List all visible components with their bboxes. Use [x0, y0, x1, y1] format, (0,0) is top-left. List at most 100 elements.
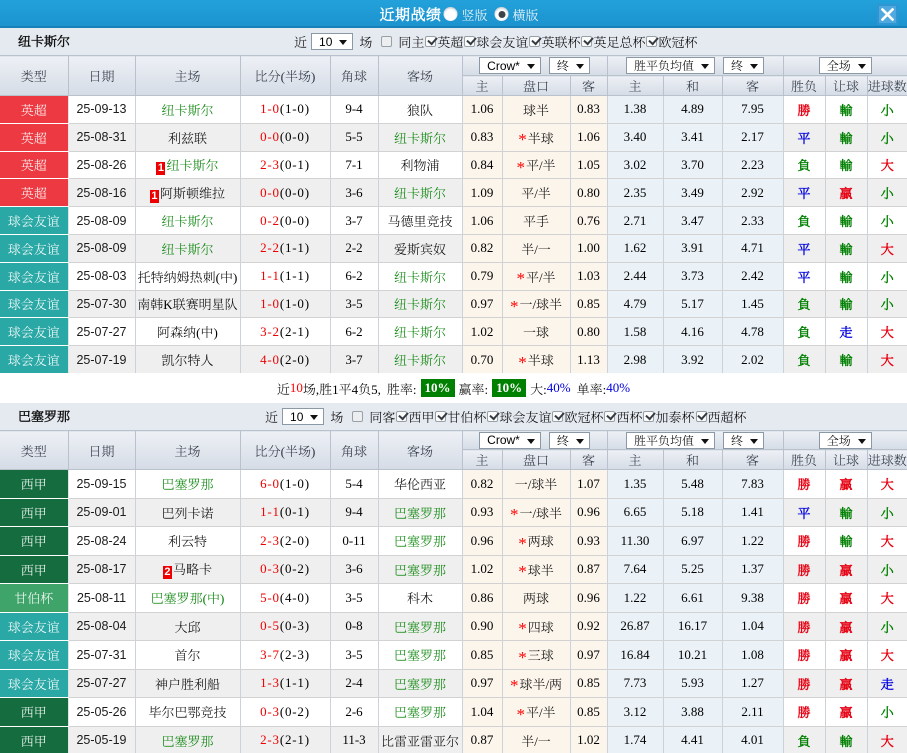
league-checkbox[interactable] [487, 411, 499, 422]
avg-home-odds: 2.44 [607, 262, 664, 291]
league-checkbox[interactable] [425, 36, 437, 47]
scope-select[interactable]: 全场 [818, 431, 872, 449]
league-checkbox[interactable] [581, 36, 593, 47]
avg-away-odds: 4.78 [722, 317, 784, 347]
league-filter-西超杯[interactable]: 西超杯 [695, 407, 747, 426]
league-filter-球会友谊[interactable]: 球会友谊 [463, 32, 528, 51]
away-team: 马德里竞技 [378, 206, 463, 235]
match-date: 25-08-31 [68, 123, 136, 152]
avg-type-select[interactable]: 胜平负均值 [626, 431, 716, 449]
league-filter-欧冠杯[interactable]: 欧冠杯 [645, 32, 697, 51]
avg-home-odds: 2.35 [607, 178, 664, 208]
odds-state-select[interactable]: 终 [548, 57, 590, 74]
halftime-score: (2-3) [279, 646, 310, 662]
league-checkbox[interactable] [529, 36, 541, 47]
fulltime-score: 0-5 [260, 618, 280, 634]
score: 2-3(0-1) [240, 151, 331, 180]
match-row: 球会友谊 25-08-09 纽卡斯尔 0-2(0-0) 3-7 马德里竞技 1.06 平手 0.… [0, 206, 907, 235]
result-handicap: 贏 [825, 640, 868, 670]
result-goals: 大 [867, 726, 907, 753]
subheader-odds_sub-1: 盘口 [501, 449, 571, 470]
league-filter-英足总杯[interactable]: 英足总杯 [580, 32, 645, 51]
corners: 6-2 [330, 317, 379, 347]
handicap-line: *平/半 [502, 262, 571, 291]
league-filter-加泰杯[interactable]: 加泰杯 [642, 407, 695, 426]
league-filter-西甲[interactable]: 西甲 [395, 407, 434, 426]
avg-state-select[interactable]: 终 [723, 57, 765, 74]
league-checkbox[interactable] [552, 411, 564, 422]
match-count-select[interactable]: 10 [311, 33, 354, 50]
dropdown-caret-icon [750, 438, 759, 444]
close-button[interactable] [877, 4, 898, 25]
corners: 9-4 [330, 498, 379, 527]
result-goals-value: 小 [880, 297, 894, 313]
vertical-radio-icon[interactable] [443, 7, 458, 21]
subheader-result_sub-2: 进球数 [866, 75, 907, 96]
fulltime-score: 1-1 [260, 268, 280, 284]
team1-filter-controls: 近 10 场 同主 英超 球会友谊 英联杯 英足总杯 欧冠杯 [294, 28, 697, 55]
corners: 5-4 [330, 469, 379, 499]
league-checkbox[interactable] [435, 411, 447, 422]
result-goals: 大 [867, 234, 907, 263]
avg-away-odds: 1.45 [722, 290, 784, 319]
away-team: 巴塞罗那 [378, 526, 463, 556]
close-icon [881, 8, 894, 21]
layout-option-horizontal[interactable]: 横版 [494, 5, 539, 24]
scope-select[interactable]: 全场 [818, 57, 872, 74]
result-handicap-value: 贏 [839, 676, 853, 692]
same-venue-checkbox[interactable] [352, 411, 364, 422]
league-checkbox[interactable] [396, 411, 408, 422]
result-handicap-value: 贏 [839, 562, 853, 578]
same-venue-checkbox[interactable] [381, 36, 393, 47]
column-header-1: 类型 [0, 430, 69, 470]
odds-state-select[interactable]: 终 [548, 431, 590, 449]
league-checkbox[interactable] [646, 36, 658, 47]
league-filter-西杯[interactable]: 西杯 [603, 407, 642, 426]
fulltime-score: 0-0 [260, 129, 280, 145]
corners: 2-6 [330, 697, 379, 727]
league-filter-欧冠杯[interactable]: 欧冠杯 [551, 407, 603, 426]
avg-draw-odds: 5.93 [663, 669, 723, 698]
handicap-text: 半球 [527, 353, 554, 369]
fulltime-score: 2-2 [260, 240, 280, 256]
league-filter-英超[interactable]: 英超 [424, 32, 463, 51]
same-venue-label: 同主 [398, 35, 425, 50]
avg-type-select[interactable]: 胜平负均值 [626, 57, 716, 74]
home-team-name: 巴列卡诺 [161, 505, 214, 521]
corners: 11-3 [330, 726, 379, 753]
layout-option-vertical[interactable]: 竖版 [443, 5, 488, 24]
odds-source-select[interactable]: Crow* [479, 431, 541, 449]
home-team: 纽卡斯尔 [135, 234, 241, 263]
score: 0-0(0-0) [240, 178, 331, 208]
home-team-name: 马略卡 [172, 562, 212, 578]
league-badge: 西甲 [0, 469, 69, 499]
league-filter-甘伯杯[interactable]: 甘伯杯 [434, 407, 486, 426]
horizontal-radio-icon[interactable] [494, 7, 509, 21]
result-goals: 小 [867, 178, 907, 208]
league-checkbox[interactable] [604, 411, 616, 422]
home-team: 首尔 [135, 640, 241, 670]
avg-state-select[interactable]: 终 [723, 431, 765, 449]
league-filter-英联杯[interactable]: 英联杯 [528, 32, 580, 51]
league-checkbox[interactable] [464, 36, 476, 47]
match-date: 25-09-13 [68, 95, 136, 124]
result-outcome-value: 負 [797, 353, 811, 369]
league-checkbox[interactable] [695, 411, 707, 422]
subheader-result_sub-0: 胜负 [782, 449, 826, 470]
handicap-text: 平/半 [525, 705, 556, 721]
avg-home-odds: 3.40 [607, 123, 664, 152]
away-team: 狼队 [378, 95, 463, 124]
team1-table: 类型 日期 主场 比分(半场) 角球 客场 Crow* 终胜平负均值终全场主盘口客主和客胜负让… [0, 55, 907, 374]
odds-source-select[interactable]: Crow* [479, 57, 541, 74]
home-team-name: 大邱 [174, 619, 201, 635]
result-outcome-value: 負 [797, 297, 811, 313]
league-filter-球会友谊[interactable]: 球会友谊 [486, 407, 551, 426]
league-checkbox[interactable] [643, 411, 655, 422]
result-handicap-value: 贏 [839, 648, 853, 664]
match-count-select[interactable]: 10 [282, 408, 325, 425]
result-goals: 走 [867, 669, 907, 698]
home-team: 纽卡斯尔 [135, 95, 241, 124]
home-team: 毕尔巴鄂竞技 [135, 697, 241, 727]
result-handicap: 輸 [825, 151, 868, 180]
handicap-text: 一/球半 [519, 505, 563, 521]
